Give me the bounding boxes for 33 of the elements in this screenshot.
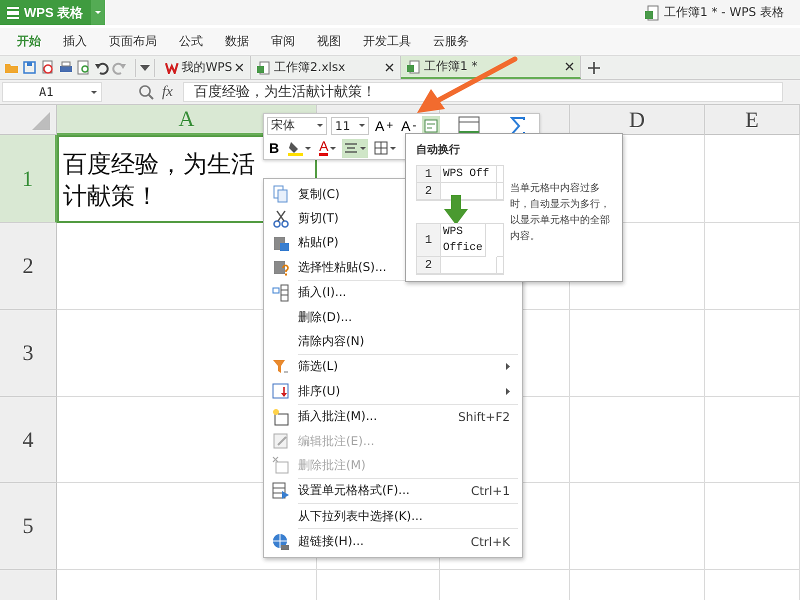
font-name: 宋体	[271, 117, 295, 134]
shortcut-text: Ctrl+1	[470, 484, 510, 498]
menu-label: 删除(D)...	[298, 308, 352, 326]
menu-label: 超链接(H)...	[298, 533, 364, 550]
example-cell: WPS Off	[441, 166, 497, 183]
menu-label: 清除内容(N)	[298, 333, 364, 350]
tooltip-description: 当单元格中内容过多时，自动显示为多行，以显示单元格中的全部内容。	[510, 182, 611, 244]
menu-label: 编辑批注(E)...	[298, 432, 374, 450]
tab-label: 我的WPS	[182, 59, 232, 76]
cell-text: 百度经验，为生活	[63, 150, 255, 180]
cell-reference: A1	[39, 85, 54, 99]
menu-label: 设置单元格格式(F)...	[298, 482, 410, 500]
example-row-number: 2	[417, 257, 441, 274]
menu-label: 插入(I)...	[298, 284, 346, 302]
menu-label: 删除批注(M)	[298, 456, 366, 474]
tab-label: 工作簿2.xlsx	[274, 59, 346, 76]
font-size: 11	[335, 118, 350, 132]
shortcut-text: Ctrl+K	[470, 534, 510, 549]
example-cell: WPS Office	[441, 224, 486, 257]
example-row-number: 2	[417, 183, 441, 200]
menu-label: 选择性粘贴(S)...	[298, 258, 386, 276]
example-row-number: 1	[417, 224, 441, 257]
menu-label: 从下拉列表中选择(K)...	[298, 508, 423, 525]
shortcut-text: Shift+F2	[458, 410, 510, 424]
tooltip-title: 自动换行	[416, 142, 461, 157]
menu-label: 粘贴(P)	[298, 234, 339, 252]
tab-label: 工作簿1 *	[424, 58, 478, 75]
example-row-number: 1	[417, 166, 441, 183]
cell-text: 计献策！	[63, 183, 159, 212]
menu-label: 排序(U)	[298, 382, 340, 400]
menu-label: 插入批注(M)...	[298, 408, 378, 426]
menu-label: 筛选(L)	[298, 358, 338, 376]
window-title: 工作簿1 * - WPS 表格	[664, 4, 784, 21]
